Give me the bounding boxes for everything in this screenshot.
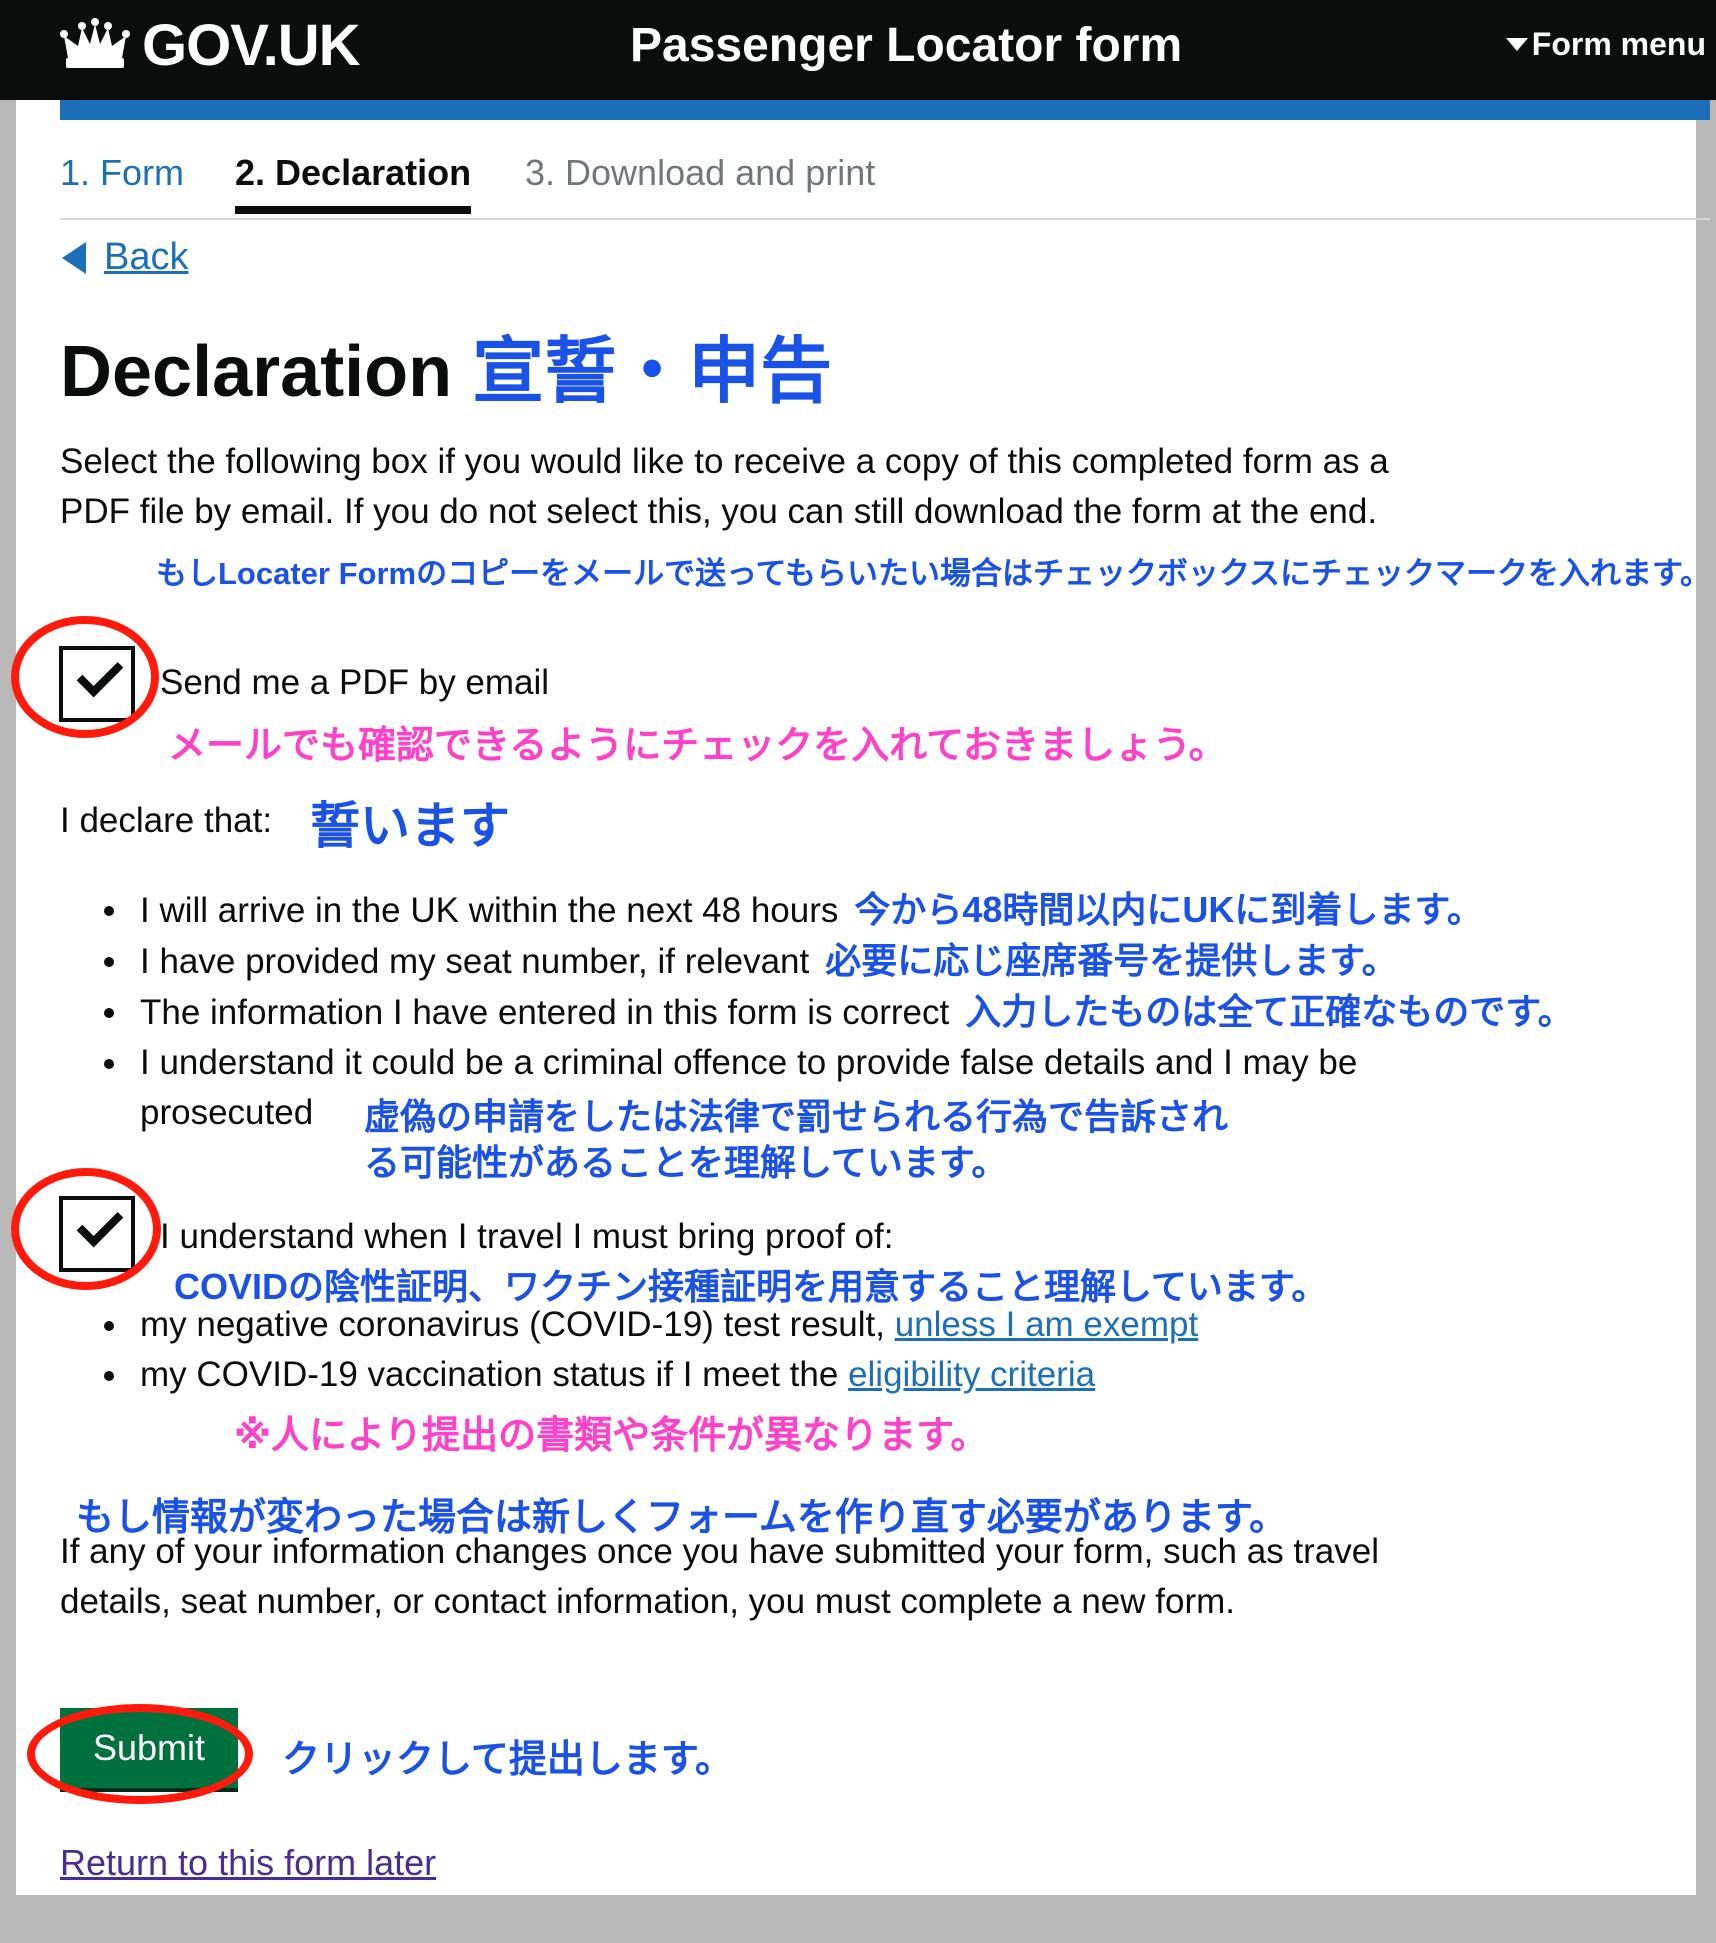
crown-icon <box>60 18 130 68</box>
highlight-ring <box>11 616 159 738</box>
proof-jp-footnote: ※人により提出の書類や条件が異なります。 <box>234 1415 989 1457</box>
list-item: my COVID-19 vaccination status if I meet… <box>100 1350 1400 1400</box>
proof-label[interactable]: I understand when I travel I must bring … <box>160 1217 893 1257</box>
highlight-ring <box>27 1704 253 1804</box>
page-title-en: Declaration <box>60 332 453 412</box>
unless-exempt-link[interactable]: unless I am exempt <box>895 1305 1198 1344</box>
intro-jp-note: もしLocater Formのコピーをメールで送ってもらいたい場合はチェックボッ… <box>156 556 1711 591</box>
page-title: Declaration 宣誓・申告 <box>60 312 832 417</box>
tab-declaration[interactable]: 2. Declaration <box>235 152 472 214</box>
list-item: my negative coronavirus (COVID-19) test … <box>100 1300 1400 1350</box>
header-blue-bar <box>60 100 1710 120</box>
list-item: I will arrive in the UK within the next … <box>100 885 1600 936</box>
step-tabs: 1. Form 2. Declaration 3. Download and p… <box>60 152 1710 220</box>
caret-down-icon <box>1505 38 1528 51</box>
eligibility-criteria-link[interactable]: eligibility criteria <box>848 1355 1095 1394</box>
back-arrow-icon <box>62 241 86 274</box>
send-pdf-label[interactable]: Send me a PDF by email <box>160 663 549 703</box>
proof-list: my negative coronavirus (COVID-19) test … <box>100 1300 1400 1400</box>
send-pdf-jp-note: メールでも確認できるようにチェックを入れておきましょう。 <box>168 725 1227 767</box>
submit-jp-note: クリックして提出します。 <box>282 1739 734 1781</box>
intro-paragraph: Select the following box if you would li… <box>60 442 1389 531</box>
list-item: I have provided my seat number, if relev… <box>100 936 1600 987</box>
offence-jp-note: 虚偽の申請をしたは法律で罰せられる行為で告訴され る可能性があることを理解してい… <box>364 1096 1229 1183</box>
form-menu-button[interactable]: Form menu <box>1505 26 1706 63</box>
form-menu-label: Form menu <box>1531 26 1706 62</box>
highlight-ring <box>11 1168 161 1290</box>
service-name[interactable]: Passenger Locator form <box>630 18 1182 73</box>
changes-paragraph: If any of your information changes once … <box>60 1532 1380 1621</box>
tab-form[interactable]: 1. Form <box>60 152 184 194</box>
govuk-logo-text[interactable]: GOV.UK <box>142 12 360 79</box>
declare-label: I declare that: <box>60 801 273 840</box>
return-later-link[interactable]: Return to this form later <box>60 1842 436 1884</box>
back-link-label: Back <box>104 236 189 278</box>
declare-jp: 誓います <box>310 798 510 854</box>
tab-download-and-print: 3. Download and print <box>525 152 876 193</box>
govuk-header: GOV.UK Passenger Locator form Form menu <box>0 0 1716 100</box>
back-link[interactable]: Back <box>62 236 188 279</box>
page-title-jp: 宣誓・申告 <box>472 332 833 412</box>
list-item: The information I have entered in this f… <box>100 987 1600 1038</box>
